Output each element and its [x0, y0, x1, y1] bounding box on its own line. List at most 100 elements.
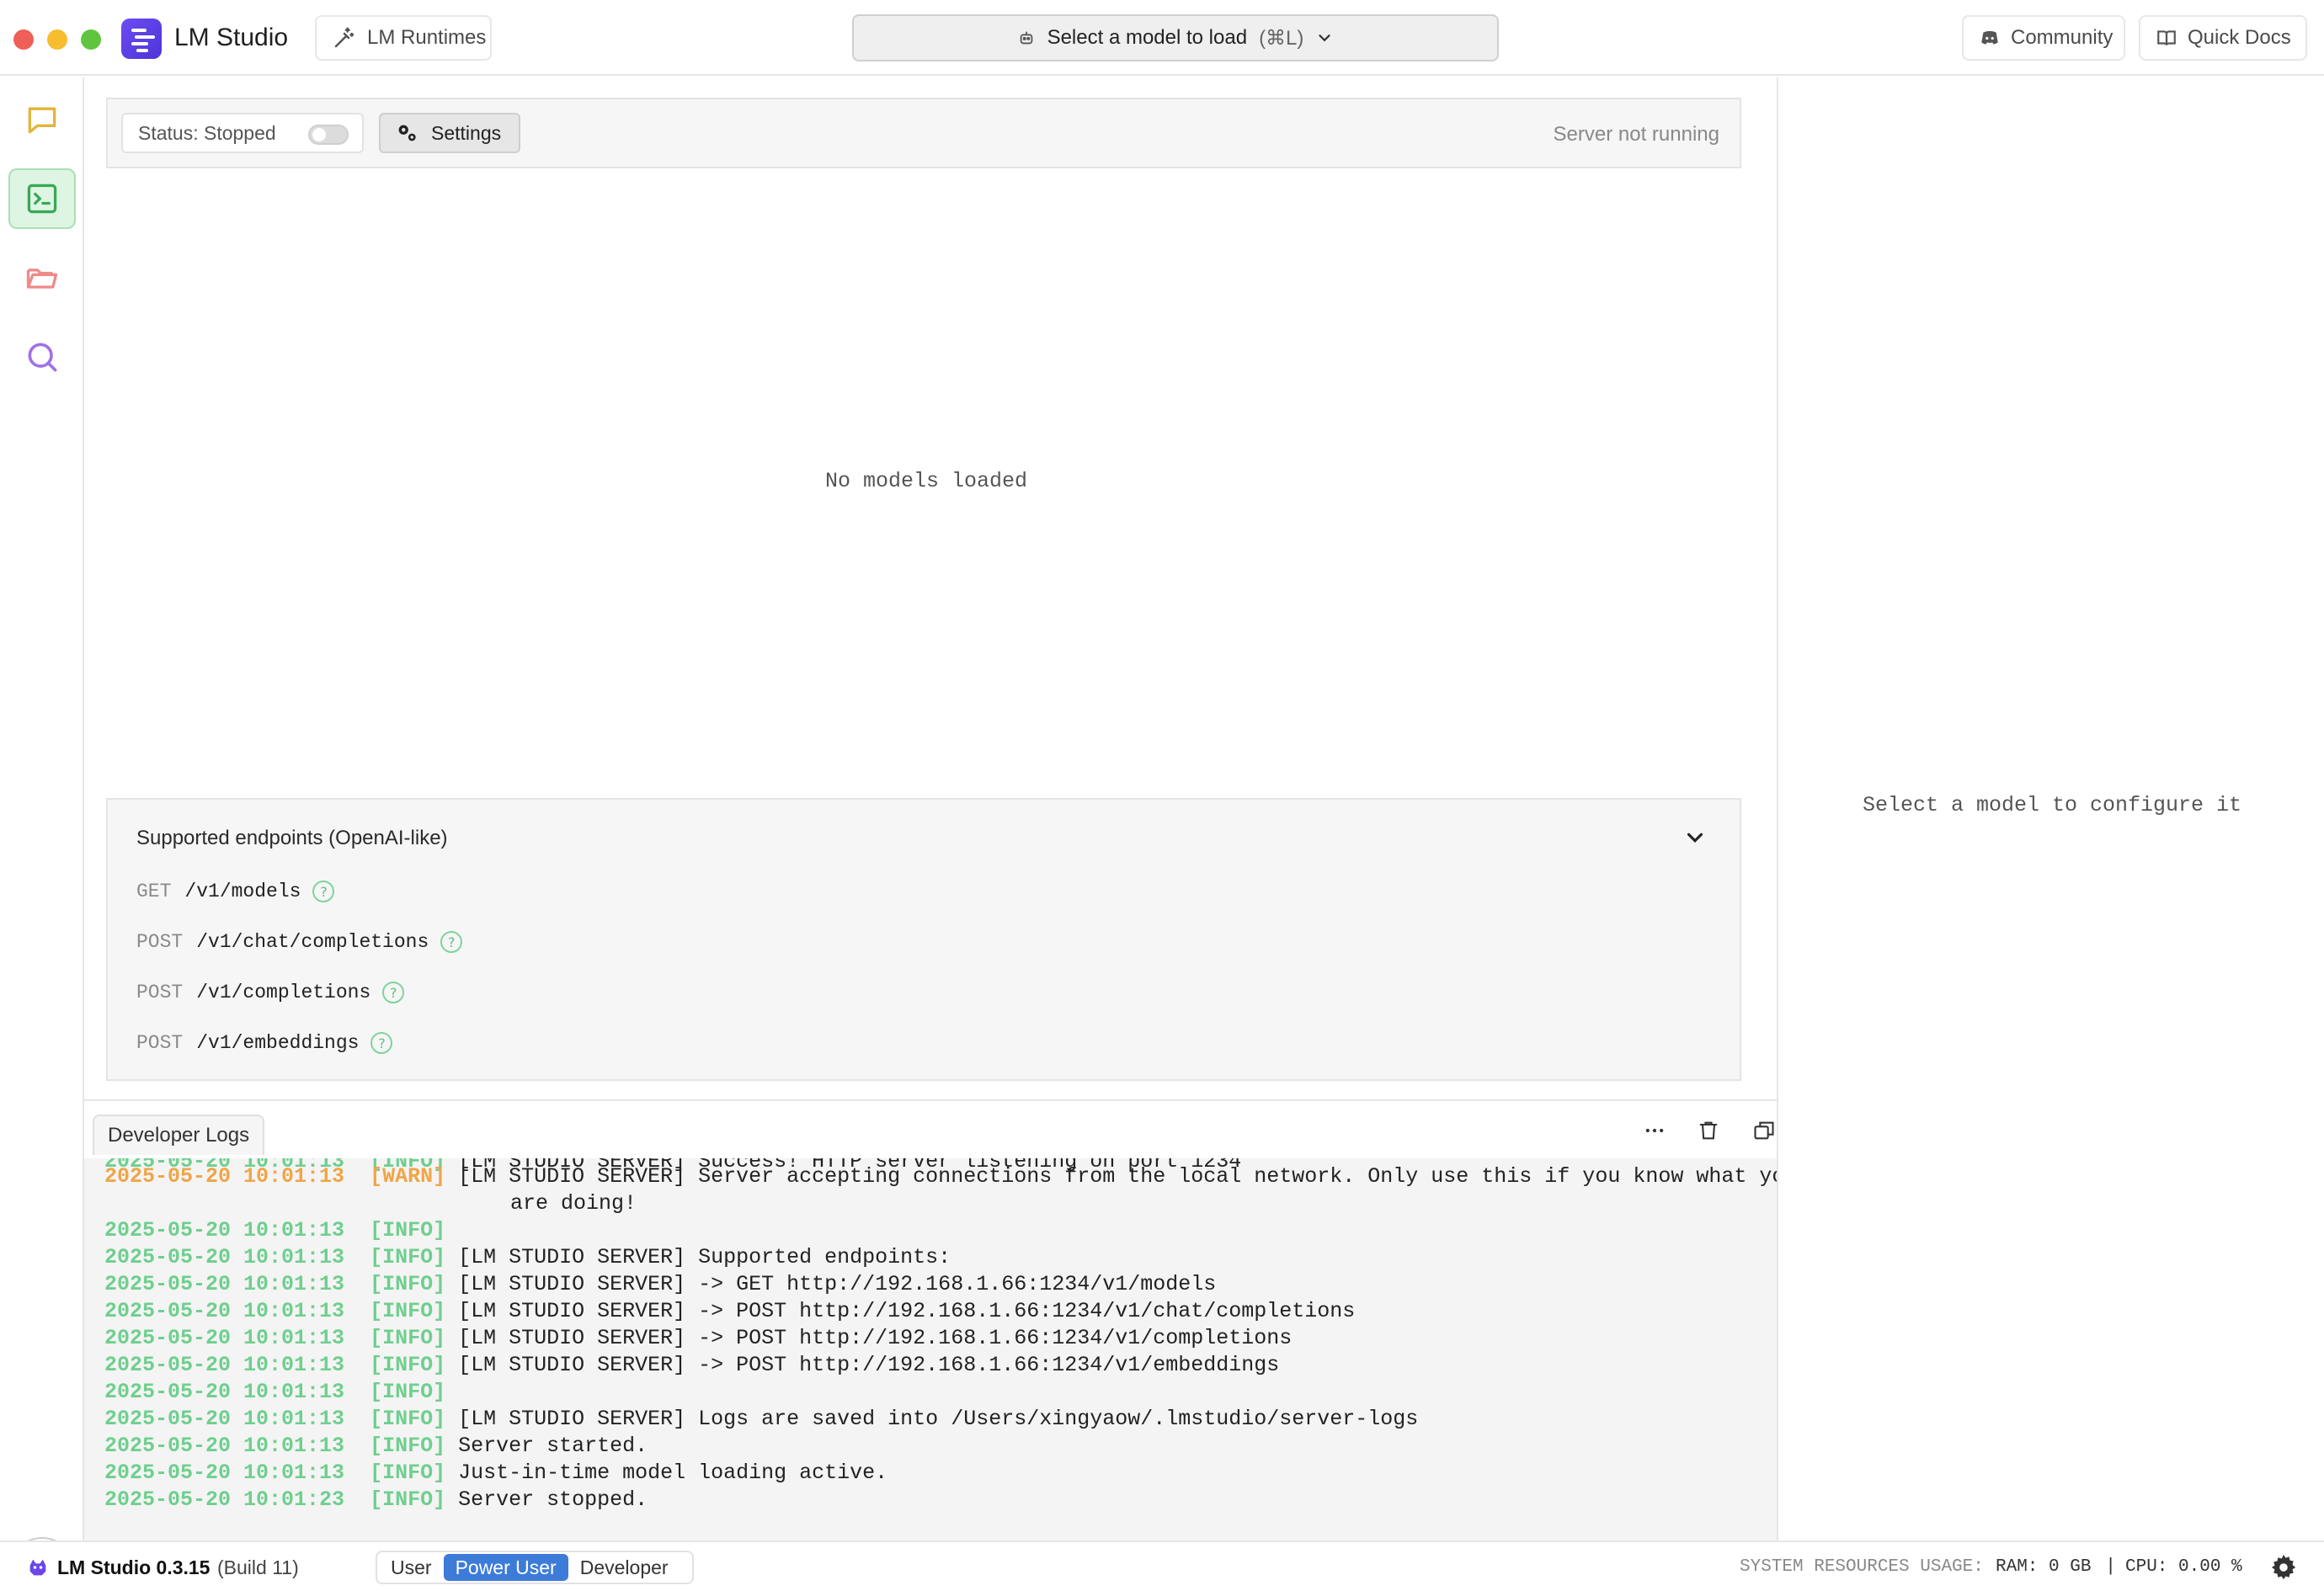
log-level: [INFO]: [370, 1434, 446, 1458]
more-horizontal-icon: [1645, 1128, 1664, 1133]
gear-icon[interactable]: [2268, 1552, 2299, 1583]
developer-logs-output[interactable]: 2025-05-20 10:01:13 [INFO] [LM STUDIO SE…: [84, 1158, 1777, 1540]
endpoints-title: Supported endpoints (OpenAI-like): [136, 827, 448, 849]
community-button[interactable]: Community: [1962, 15, 2125, 61]
log-level: [INFO]: [370, 1245, 446, 1269]
pop-out-logs-button[interactable]: [1750, 1116, 1778, 1145]
sidebar-item-chat[interactable]: [8, 89, 76, 150]
log-timestamp: 2025-05-20 10:01:13: [104, 1461, 345, 1485]
lm-runtimes-button[interactable]: LM Runtimes: [315, 15, 492, 61]
endpoint-method: GET: [136, 881, 172, 902]
log-line: 2025-05-20 10:01:13 [INFO] [LM STUDIO SE…: [104, 1325, 1292, 1352]
log-timestamp: 2025-05-20 10:01:13: [104, 1407, 345, 1431]
server-status-bar: Status: Stopped Settings Server not runn…: [106, 98, 1741, 168]
gears-icon: [398, 125, 416, 141]
close-window-button[interactable]: [13, 29, 34, 50]
developer-logs-tab[interactable]: Developer Logs: [93, 1115, 265, 1155]
app-title: LM Studio: [174, 24, 289, 51]
log-line: 2025-05-20 10:01:13 [INFO]: [104, 1379, 458, 1406]
endpoint-row: POST /v1/chat/completions ?: [136, 929, 463, 955]
search-icon: [28, 343, 57, 372]
endpoint-row: POST /v1/embeddings ?: [136, 1030, 393, 1056]
log-message: Just-in-time model loading active.: [458, 1461, 888, 1485]
log-level: [INFO]: [370, 1380, 446, 1404]
endpoint-method: POST: [136, 1032, 184, 1054]
community-label: Community: [2011, 26, 2113, 49]
mode-option-user[interactable]: User: [379, 1554, 444, 1581]
log-level: [INFO]: [370, 1461, 446, 1485]
sidebar: [0, 77, 84, 1591]
app-build: (Build 11): [217, 1556, 299, 1578]
log-line-continuation: are doing!: [510, 1190, 637, 1217]
status-footer: LM Studio 0.3.15 (Build 11) User Power U…: [0, 1540, 2324, 1591]
log-message: are doing!: [510, 1191, 637, 1216]
select-model-hint: Select a model to configure it: [1862, 793, 2242, 817]
endpoint-path: /v1/completions: [196, 982, 371, 1003]
log-timestamp: 2025-05-20 10:01:13: [104, 1272, 345, 1296]
log-line: 2025-05-20 10:01:13 [INFO] [LM STUDIO SE…: [104, 1352, 1279, 1379]
endpoint-method: POST: [136, 982, 184, 1003]
log-level: [INFO]: [370, 1353, 446, 1377]
log-message: [LM STUDIO SERVER] Server accepting conn…: [458, 1164, 1777, 1189]
log-line: 2025-05-20 10:01:13 [INFO] Server starte…: [104, 1433, 648, 1460]
windows-icon: [1754, 1121, 1774, 1140]
log-message: [LM STUDIO SERVER] Supported endpoints:: [458, 1245, 951, 1269]
log-timestamp: 2025-05-20 10:01:13: [104, 1164, 345, 1189]
lm-runtimes-label: LM Runtimes: [367, 26, 487, 49]
server-status-toggle-group[interactable]: Status: Stopped: [121, 113, 364, 153]
help-icon[interactable]: ?: [370, 1032, 393, 1054]
sidebar-item-developer[interactable]: [8, 168, 76, 229]
log-message: [LM STUDIO SERVER] -> POST http://192.16…: [458, 1353, 1280, 1377]
terminal-icon: [27, 184, 57, 214]
no-models-message: No models loaded: [824, 469, 1028, 493]
log-line: 2025-05-20 10:01:13 [INFO] [LM STUDIO SE…: [104, 1298, 1355, 1325]
minimize-window-button[interactable]: [47, 29, 67, 50]
user-mode-switch: User Power User Developer: [376, 1551, 694, 1584]
endpoint-row: POST /v1/completions ?: [136, 980, 405, 1005]
lm-studio-logo-icon: [29, 1559, 46, 1576]
developer-logs-header: Developer Logs: [84, 1099, 1832, 1155]
mode-option-power-user[interactable]: Power User: [443, 1554, 568, 1581]
endpoint-row: GET /v1/models ?: [136, 879, 335, 904]
server-status-label: Status: Stopped: [138, 121, 276, 144]
more-options-button[interactable]: [1640, 1116, 1669, 1145]
help-icon[interactable]: ?: [440, 931, 463, 953]
model-select-shortcut: (⌘L): [1259, 26, 1304, 50]
log-line: 2025-05-20 10:01:23 [INFO] Server stoppe…: [104, 1487, 648, 1514]
supported-endpoints-panel: Supported endpoints (OpenAI-like) GET /v…: [106, 798, 1741, 1081]
mode-option-developer[interactable]: Developer: [568, 1554, 680, 1581]
model-config-panel: Select a model to configure it: [1777, 77, 2324, 1540]
endpoint-path: /v1/embeddings: [196, 1032, 360, 1054]
log-timestamp: 2025-05-20 10:01:23: [104, 1487, 345, 1512]
server-state-text: Server not running: [1553, 123, 1719, 146]
system-resources-label: SYSTEM RESOURCES USAGE:: [1740, 1557, 1984, 1577]
log-message: [LM STUDIO SERVER] -> POST http://192.16…: [458, 1299, 1356, 1323]
clear-logs-button[interactable]: [1694, 1116, 1723, 1145]
model-select-dropdown[interactable]: Select a model to load (⌘L): [852, 14, 1499, 61]
log-message: [LM STUDIO SERVER] -> GET http://192.168…: [458, 1272, 1217, 1296]
log-timestamp: 2025-05-20 10:01:13: [104, 1326, 345, 1350]
log-timestamp: 2025-05-20 10:01:13: [104, 1353, 345, 1377]
sidebar-item-discover[interactable]: [8, 327, 76, 387]
help-icon[interactable]: ?: [312, 881, 335, 902]
chevron-down-icon[interactable]: [1682, 825, 1708, 850]
log-timestamp: 2025-05-20 10:01:13: [104, 1299, 345, 1323]
log-line: 2025-05-20 10:01:13 [INFO]: [104, 1217, 458, 1244]
help-icon[interactable]: ?: [382, 982, 405, 1003]
server-settings-button[interactable]: Settings: [379, 113, 520, 153]
log-timestamp: 2025-05-20 10:01:13: [104, 1380, 345, 1404]
quick-docs-button[interactable]: Quick Docs: [2139, 15, 2307, 61]
chat-icon: [28, 107, 56, 134]
endpoint-path: /v1/models: [184, 881, 301, 902]
server-toggle-switch[interactable]: [308, 125, 349, 145]
log-level: [WARN]: [370, 1164, 446, 1189]
model-select-label: Select a model to load: [1047, 26, 1248, 49]
app-version: LM Studio 0.3.15: [57, 1556, 211, 1578]
sidebar-item-models[interactable]: [8, 247, 76, 308]
endpoint-method: POST: [136, 931, 184, 953]
maximize-window-button[interactable]: [81, 29, 101, 50]
log-message: [LM STUDIO SERVER] -> POST http://192.16…: [458, 1326, 1293, 1350]
chevron-down-icon: [1319, 35, 1331, 42]
resource-separator: |: [2105, 1556, 2117, 1577]
log-timestamp: 2025-05-20 10:01:13: [104, 1434, 345, 1458]
